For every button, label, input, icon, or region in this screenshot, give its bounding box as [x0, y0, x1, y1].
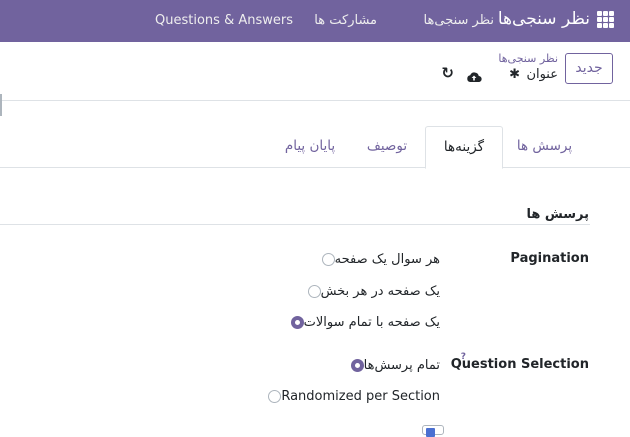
radio-button-selected[interactable] — [290, 315, 304, 329]
radio-button[interactable] — [268, 389, 282, 403]
tab-description[interactable]: توصیف — [352, 126, 422, 168]
pagination-option-one-per-page[interactable]: هر سوال یک صفحه — [315, 250, 440, 268]
section-divider — [0, 224, 590, 225]
radio-button-selected[interactable] — [350, 358, 364, 372]
pagination-label: Pagination — [510, 251, 589, 266]
apps-grid-icon[interactable] — [597, 11, 614, 28]
breadcrumb-current: عنوان — [526, 67, 558, 82]
left-panel-edge — [0, 94, 2, 116]
undo-icon[interactable]: ↻ — [441, 64, 454, 82]
tab-options[interactable]: گزینه‌ها — [425, 126, 503, 169]
breadcrumb-parent[interactable]: نظر سنجی‌ها — [498, 52, 558, 65]
control-panel: جدید نظر سنجی‌ها عنوان ✱ ↻ — [0, 42, 630, 116]
section-title: پرسش ها — [526, 207, 589, 222]
question-selection-option-all[interactable]: تمام پرسش‌ها — [344, 356, 440, 374]
option-label: Randomized per Section — [281, 388, 440, 404]
option-label: تمام پرسش‌ها — [363, 357, 440, 373]
menu-surveys[interactable]: نظر سنجی‌ها — [424, 13, 494, 28]
cloud-upload-icon[interactable] — [466, 68, 482, 87]
gear-icon[interactable]: ✱ — [509, 67, 520, 82]
tab-end-message[interactable]: پایان پیام — [270, 126, 350, 168]
option-label: یک صفحه با تمام سوالات — [303, 314, 440, 330]
question-selection-label: Question Selection — [450, 357, 589, 372]
form-tabs: پرسش ها گزینه‌ها توصیف پایان پیام — [0, 126, 630, 169]
menu-questions-answers[interactable]: Questions & Answers — [155, 13, 293, 28]
menu-participations[interactable]: مشارکت ها — [314, 13, 377, 28]
pagination-option-one-per-section[interactable]: یک صفحه در هر بخش — [301, 282, 440, 300]
help-tooltip-icon[interactable]: ? — [461, 352, 466, 362]
option-label: هر سوال یک صفحه — [334, 251, 440, 267]
question-selection-option-randomized[interactable]: Randomized per Section — [261, 387, 440, 405]
radio-button[interactable] — [321, 252, 335, 266]
pagination-option-all-in-one[interactable]: یک صفحه با تمام سوالات — [284, 313, 440, 331]
toggle-checkbox[interactable] — [422, 425, 444, 437]
tab-questions[interactable]: پرسش ها — [503, 126, 586, 168]
top-navbar: نظر سنجی‌ها نظر سنجی‌ها مشارکت ها Questi… — [0, 0, 630, 42]
option-label: یک صفحه در هر بخش — [320, 283, 440, 299]
app-brand[interactable]: نظر سنجی‌ها — [498, 9, 590, 29]
new-button[interactable]: جدید — [565, 53, 613, 84]
radio-button[interactable] — [307, 284, 321, 298]
